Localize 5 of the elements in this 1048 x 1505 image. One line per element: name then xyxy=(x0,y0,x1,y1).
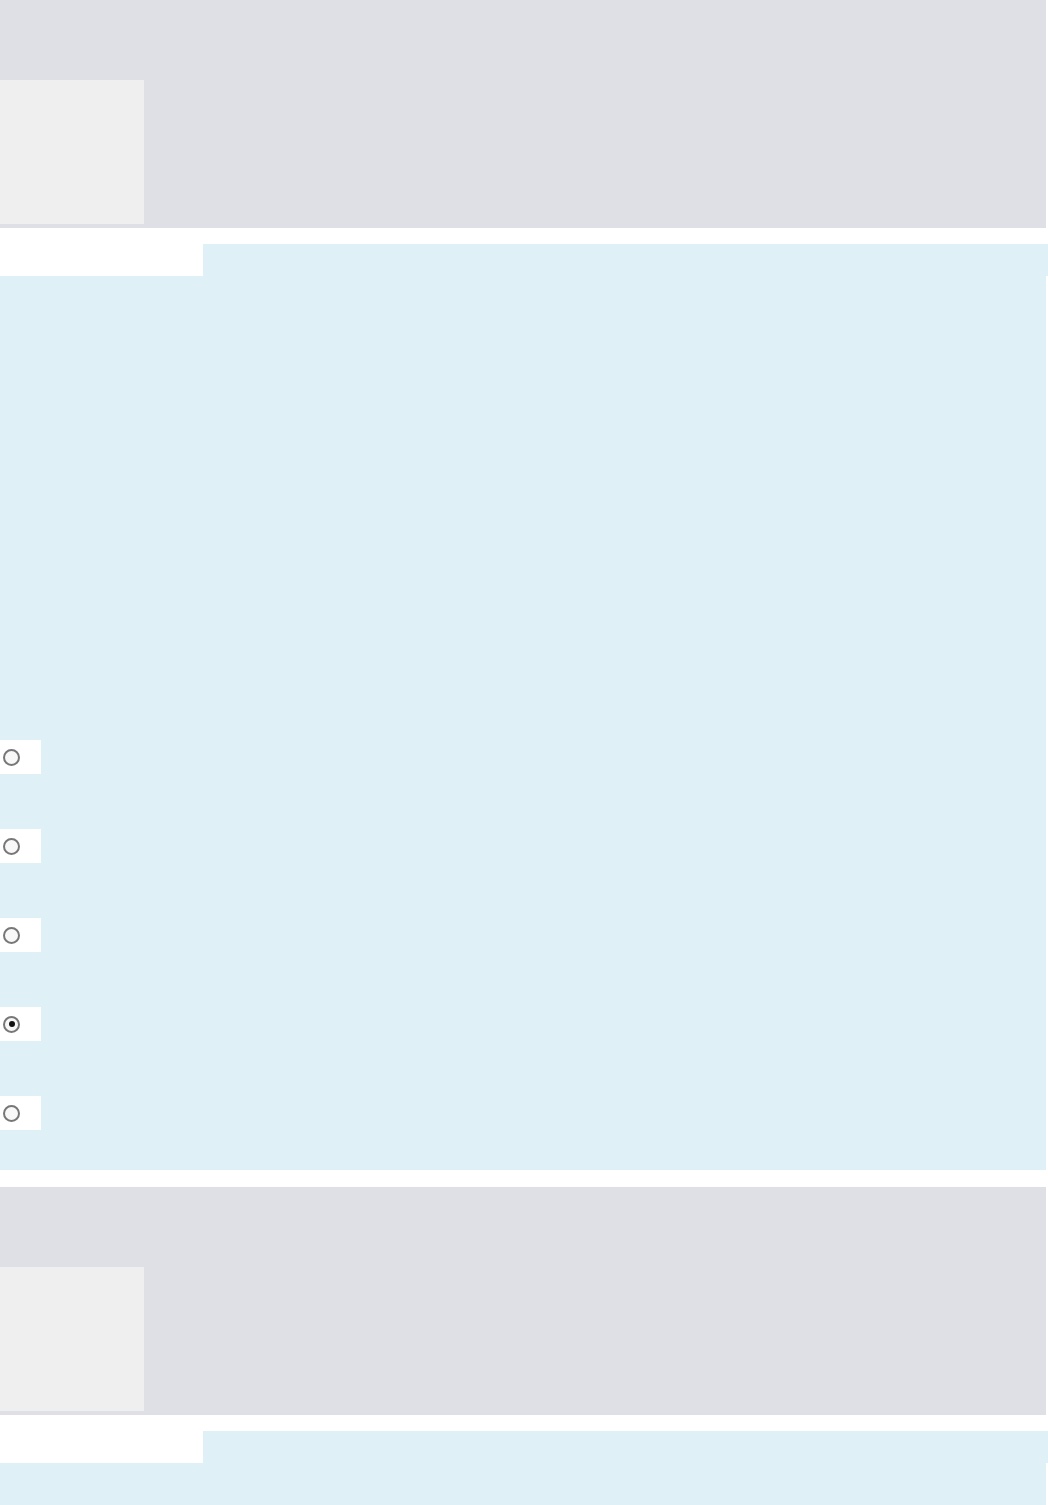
radio-button[interactable] xyxy=(3,837,20,855)
radio-button[interactable] xyxy=(3,748,20,766)
radio-button[interactable] xyxy=(3,1015,20,1033)
radio-button[interactable] xyxy=(3,1104,20,1122)
radio-button[interactable] xyxy=(3,926,20,944)
